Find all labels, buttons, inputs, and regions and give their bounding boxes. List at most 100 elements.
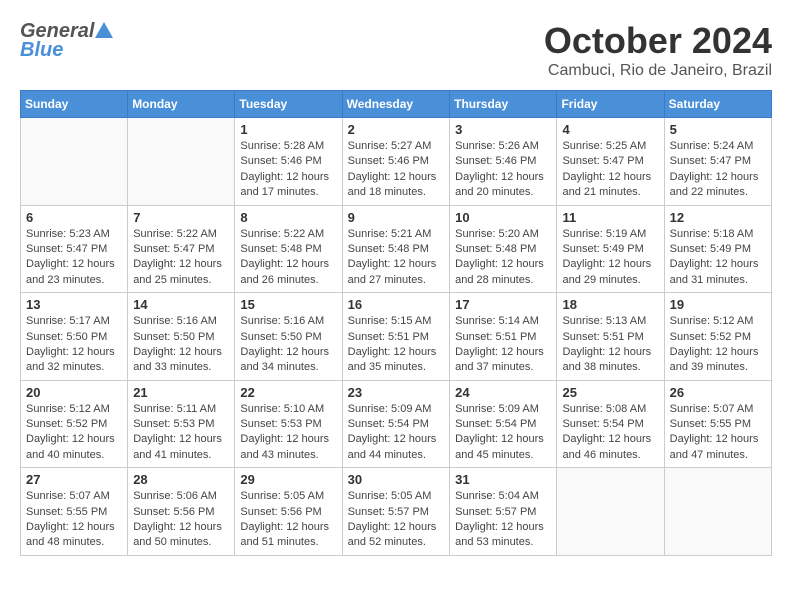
sunrise-text: Sunrise: 5:10 AM [240,402,336,417]
daylight-text: Daylight: 12 hours and 26 minutes. [240,257,336,288]
daylight-text: Daylight: 12 hours and 44 minutes. [348,432,445,463]
day-number: 6 [26,210,122,225]
daylight-text: Daylight: 12 hours and 25 minutes. [133,257,229,288]
daylight-text: Daylight: 12 hours and 47 minutes. [670,432,766,463]
calendar-header-row: Sunday Monday Tuesday Wednesday Thursday… [21,91,772,118]
calendar-week-row: 27Sunrise: 5:07 AMSunset: 5:55 PMDayligh… [21,468,772,556]
calendar-cell: 27Sunrise: 5:07 AMSunset: 5:55 PMDayligh… [21,468,128,556]
day-info: Sunrise: 5:09 AMSunset: 5:54 PMDaylight:… [455,402,551,464]
calendar-cell [664,468,771,556]
day-number: 12 [670,210,766,225]
sunset-text: Sunset: 5:51 PM [562,330,658,345]
sunset-text: Sunset: 5:57 PM [455,505,551,520]
day-number: 7 [133,210,229,225]
sunset-text: Sunset: 5:54 PM [562,417,658,432]
sunrise-text: Sunrise: 5:11 AM [133,402,229,417]
calendar-cell: 7 Sunrise: 5:22 AMSunset: 5:47 PMDaylight… [128,205,235,293]
daylight-text: Daylight: 12 hours and 22 minutes. [670,170,766,201]
day-info: Sunrise: 5:08 AMSunset: 5:54 PMDaylight:… [562,402,658,464]
day-number: 8 [240,210,336,225]
sunrise-text: Sunrise: 5:16 AM [240,314,336,329]
calendar-cell: 22Sunrise: 5:10 AMSunset: 5:53 PMDayligh… [235,380,342,468]
day-info: Sunrise: 5:04 AMSunset: 5:57 PMDaylight:… [455,489,551,551]
daylight-text: Daylight: 12 hours and 40 minutes. [26,432,122,463]
day-number: 20 [26,385,122,400]
calendar-cell: 3Sunrise: 5:26 AMSunset: 5:46 PMDaylight… [450,118,557,206]
sunset-text: Sunset: 5:46 PM [240,154,336,169]
col-tuesday: Tuesday [235,91,342,118]
sunset-text: Sunset: 5:56 PM [240,505,336,520]
sunrise-text: Sunrise: 5:05 AM [348,489,445,504]
day-number: 29 [240,472,336,487]
sunrise-text: Sunrise: 5:26 AM [455,139,551,154]
day-number: 9 [348,210,445,225]
calendar-cell: 30Sunrise: 5:05 AMSunset: 5:57 PMDayligh… [342,468,450,556]
daylight-text: Daylight: 12 hours and 34 minutes. [240,345,336,376]
day-number: 11 [562,210,658,225]
sunrise-text: Sunrise: 5:14 AM [455,314,551,329]
day-number: 1 [240,122,336,137]
day-number: 24 [455,385,551,400]
sunrise-text: Sunrise: 5:07 AM [26,489,122,504]
day-info: Sunrise: 5:13 AMSunset: 5:51 PMDaylight:… [562,314,658,376]
calendar-week-row: 13Sunrise: 5:17 AMSunset: 5:50 PMDayligh… [21,293,772,381]
calendar-cell: 20Sunrise: 5:12 AMSunset: 5:52 PMDayligh… [21,380,128,468]
daylight-text: Daylight: 12 hours and 21 minutes. [562,170,658,201]
day-info: Sunrise: 5:09 AMSunset: 5:54 PMDaylight:… [348,402,445,464]
col-sunday: Sunday [21,91,128,118]
sunset-text: Sunset: 5:55 PM [26,505,122,520]
sunset-text: Sunset: 5:47 PM [26,242,122,257]
sunset-text: Sunset: 5:49 PM [670,242,766,257]
sunset-text: Sunset: 5:50 PM [133,330,229,345]
sunrise-text: Sunrise: 5:20 AM [455,227,551,242]
calendar-cell: 2Sunrise: 5:27 AMSunset: 5:46 PMDaylight… [342,118,450,206]
day-info: Sunrise: 5:22 AMSunset: 5:47 PMDaylight:… [133,227,229,289]
day-info: Sunrise: 5:05 AMSunset: 5:57 PMDaylight:… [348,489,445,551]
sunrise-text: Sunrise: 5:19 AM [562,227,658,242]
sunset-text: Sunset: 5:50 PM [26,330,122,345]
sunset-text: Sunset: 5:50 PM [240,330,336,345]
day-number: 18 [562,297,658,312]
daylight-text: Daylight: 12 hours and 27 minutes. [348,257,445,288]
sunset-text: Sunset: 5:48 PM [455,242,551,257]
day-number: 27 [26,472,122,487]
daylight-text: Daylight: 12 hours and 17 minutes. [240,170,336,201]
day-number: 3 [455,122,551,137]
calendar-cell: 10Sunrise: 5:20 AMSunset: 5:48 PMDayligh… [450,205,557,293]
sunset-text: Sunset: 5:51 PM [348,330,445,345]
day-number: 25 [562,385,658,400]
day-info: Sunrise: 5:16 AMSunset: 5:50 PMDaylight:… [240,314,336,376]
sunrise-text: Sunrise: 5:08 AM [562,402,658,417]
day-number: 16 [348,297,445,312]
calendar-cell: 26Sunrise: 5:07 AMSunset: 5:55 PMDayligh… [664,380,771,468]
sunset-text: Sunset: 5:52 PM [670,330,766,345]
day-number: 17 [455,297,551,312]
sunrise-text: Sunrise: 5:27 AM [348,139,445,154]
calendar-cell: 25 Sunrise: 5:08 AMSunset: 5:54 PMDayligh… [557,380,664,468]
sunrise-text: Sunrise: 5:12 AM [670,314,766,329]
day-number: 13 [26,297,122,312]
daylight-text: Daylight: 12 hours and 32 minutes. [26,345,122,376]
day-number: 19 [670,297,766,312]
calendar-cell: 29Sunrise: 5:05 AMSunset: 5:56 PMDayligh… [235,468,342,556]
sunrise-text: Sunrise: 5:07 AM [670,402,766,417]
daylight-text: Daylight: 12 hours and 46 minutes. [562,432,658,463]
daylight-text: Daylight: 12 hours and 28 minutes. [455,257,551,288]
sunrise-text: Sunrise: 5:05 AM [240,489,336,504]
day-info: Sunrise: 5:22 AMSunset: 5:48 PMDaylight:… [240,227,336,289]
day-number: 21 [133,385,229,400]
sunrise-text: Sunrise: 5:24 AM [670,139,766,154]
day-info: Sunrise: 5:23 AMSunset: 5:47 PMDaylight:… [26,227,122,289]
daylight-text: Daylight: 12 hours and 39 minutes. [670,345,766,376]
calendar-cell: 12Sunrise: 5:18 AMSunset: 5:49 PMDayligh… [664,205,771,293]
calendar-cell: 15 Sunrise: 5:16 AMSunset: 5:50 PMDayligh… [235,293,342,381]
daylight-text: Daylight: 12 hours and 37 minutes. [455,345,551,376]
sunrise-text: Sunrise: 5:17 AM [26,314,122,329]
day-info: Sunrise: 5:16 AMSunset: 5:50 PMDaylight:… [133,314,229,376]
day-info: Sunrise: 5:20 AMSunset: 5:48 PMDaylight:… [455,227,551,289]
day-number: 15 [240,297,336,312]
sunset-text: Sunset: 5:51 PM [455,330,551,345]
sunrise-text: Sunrise: 5:15 AM [348,314,445,329]
calendar-cell: 14Sunrise: 5:16 AMSunset: 5:50 PMDayligh… [128,293,235,381]
sunrise-text: Sunrise: 5:25 AM [562,139,658,154]
